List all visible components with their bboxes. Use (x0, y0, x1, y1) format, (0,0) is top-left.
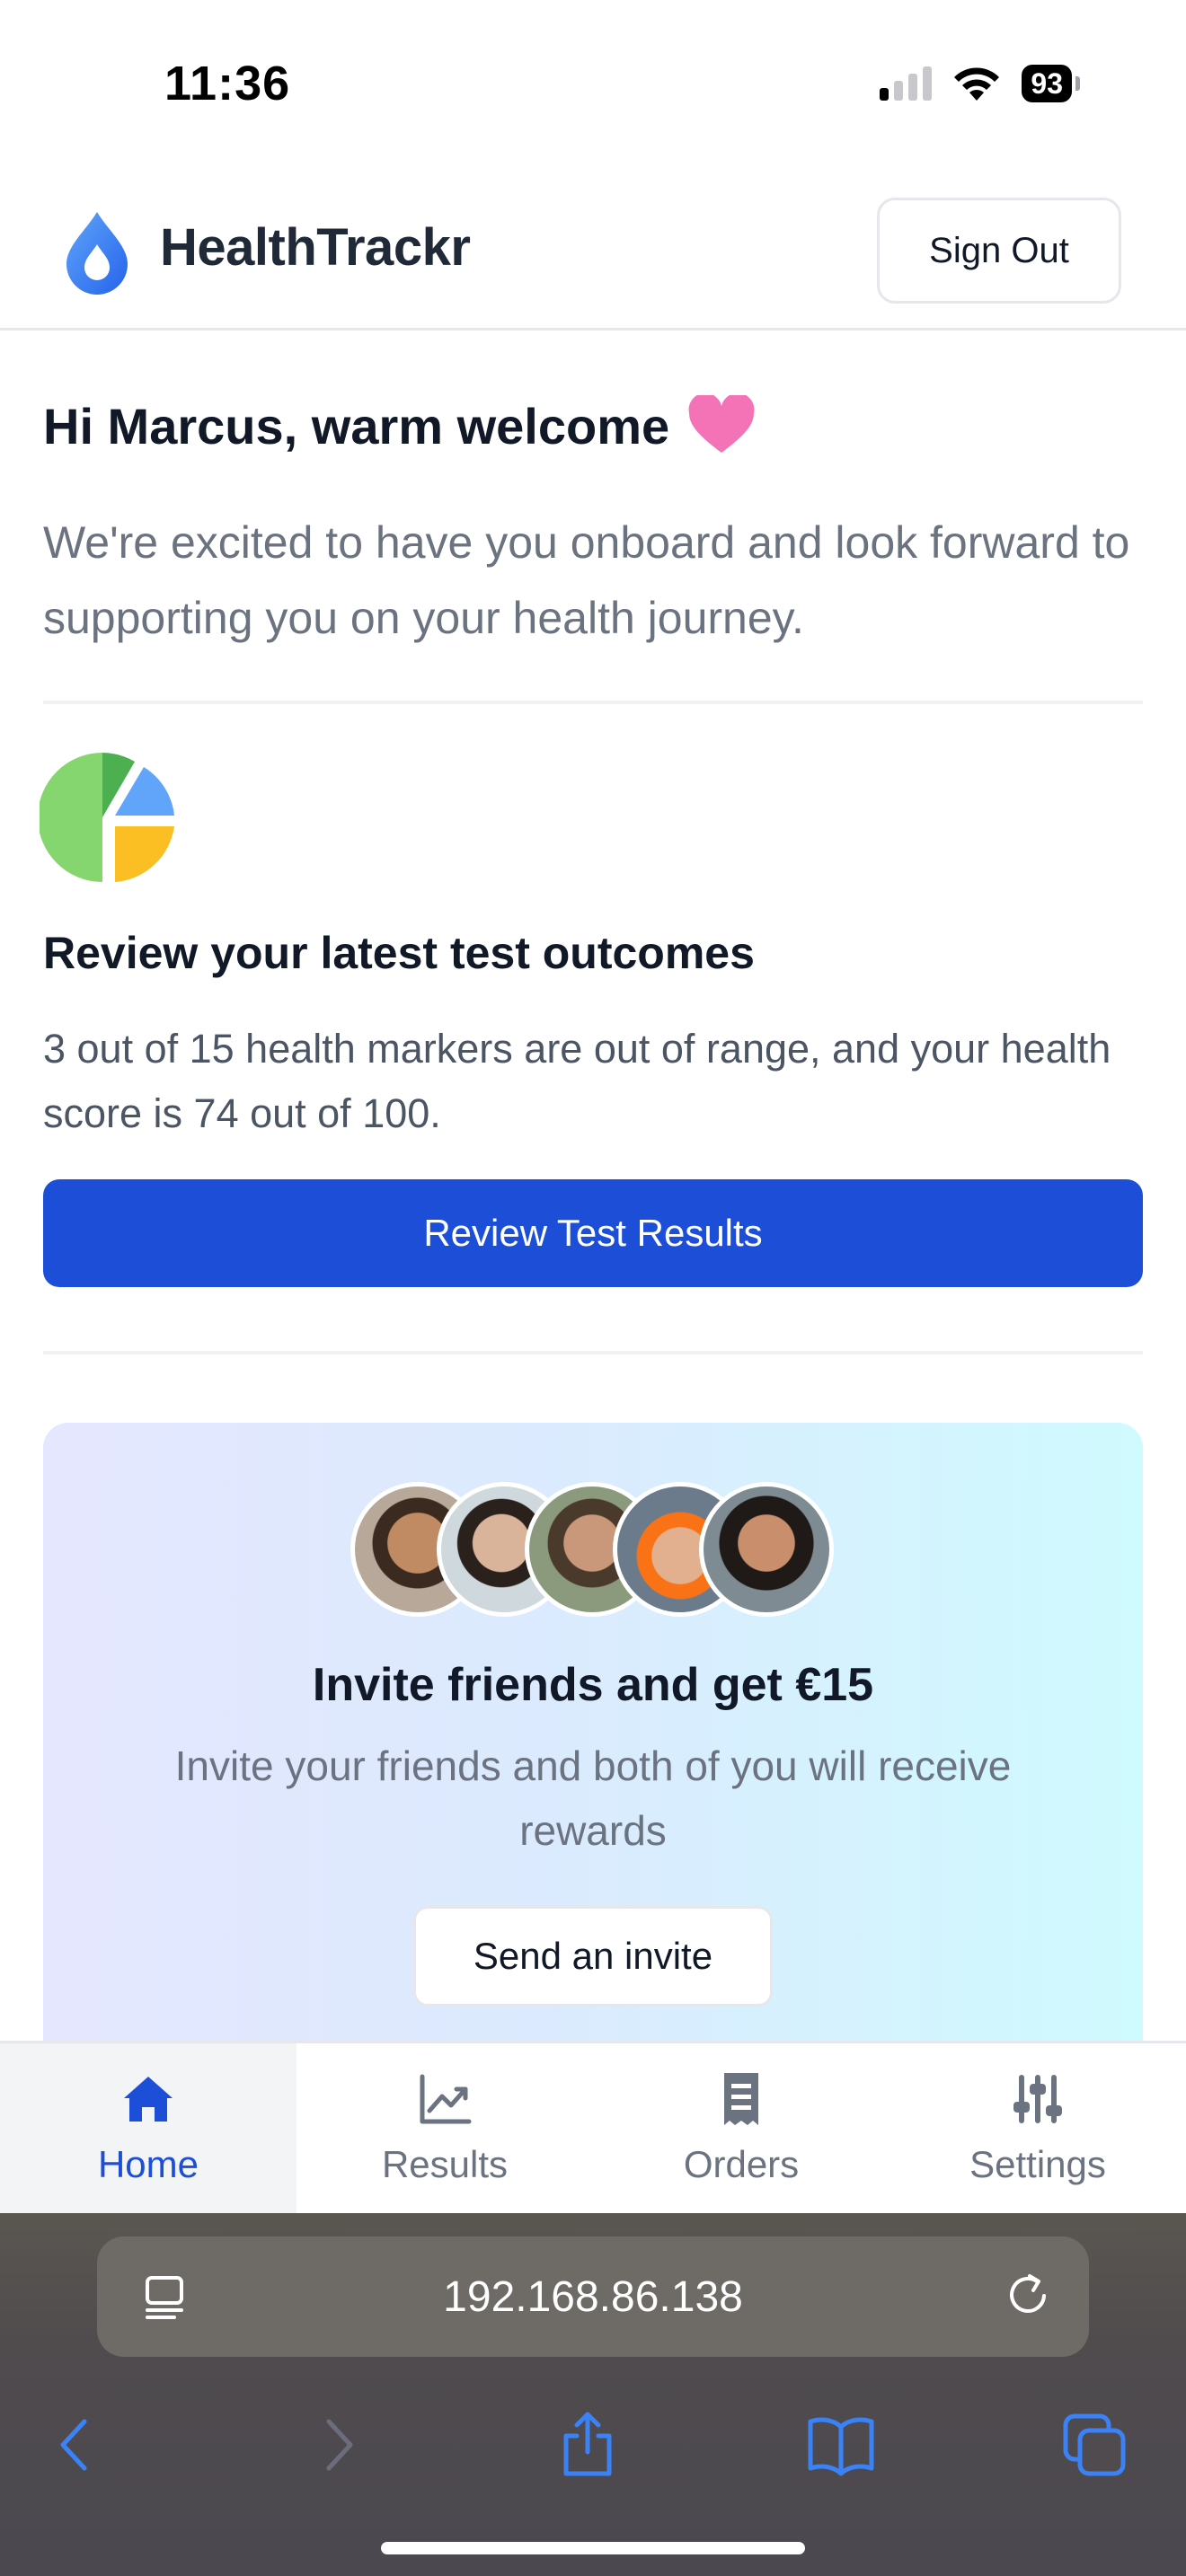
friend-avatars (350, 1482, 836, 1617)
tabs-icon[interactable] (1060, 2411, 1128, 2479)
status-icons: 93 (880, 65, 1080, 102)
invite-subtitle: Invite your friends and both of you will… (174, 1742, 1012, 1854)
bottom-nav: Home Results Orders Settings (0, 2041, 1186, 2213)
bookmarks-icon[interactable] (807, 2411, 875, 2479)
divider (43, 1351, 1143, 1354)
back-icon[interactable] (43, 2411, 111, 2479)
greeting-heading: Hi Marcus, warm welcome (43, 395, 756, 456)
nav-item-home[interactable]: Home (0, 2043, 296, 2213)
forward-icon[interactable] (302, 2411, 370, 2479)
welcome-intro: We're excited to have you onboard and lo… (43, 517, 1130, 643)
app-header: HealthTrackr Sign Out (0, 171, 1186, 331)
invite-title: Invite friends and get €15 (312, 1659, 874, 1711)
invite-card: Invite friends and get €15 Invite your f… (43, 1423, 1143, 2041)
sign-out-button[interactable]: Sign Out (877, 198, 1121, 304)
browser-toolbar: 192.168.86.138 (0, 2213, 1186, 2576)
nav-label-results: Results (381, 2142, 509, 2185)
battery-indicator: 93 (1022, 65, 1072, 102)
address-bar[interactable]: 192.168.86.138 (97, 2236, 1089, 2357)
url-text: 192.168.86.138 (443, 2272, 743, 2321)
divider (43, 701, 1143, 704)
heart-icon (688, 395, 755, 453)
home-icon (124, 2076, 173, 2122)
pie-chart-icon (40, 753, 174, 882)
greeting-text: Hi Marcus, warm welcome (43, 397, 670, 454)
avatar (699, 1482, 834, 1617)
signal-icon (880, 66, 933, 101)
chart-line-icon (420, 2074, 472, 2123)
home-indicator (381, 2542, 805, 2554)
results-summary: 3 out of 15 health markers are out of ra… (43, 1026, 1111, 1136)
review-test-results-button[interactable]: Review Test Results (43, 1179, 1143, 1287)
results-section-title: Review your latest test outcomes (43, 928, 755, 978)
app-name: HealthTrackr (160, 218, 471, 277)
nav-item-settings[interactable]: Settings (890, 2043, 1186, 2213)
share-icon[interactable] (553, 2411, 622, 2479)
home-card: Hi Marcus, warm welcome We're excited to… (0, 352, 1186, 2041)
nav-item-orders[interactable]: Orders (593, 2043, 890, 2213)
sliders-icon (1013, 2074, 1062, 2123)
status-time: 11:36 (164, 57, 291, 110)
reload-icon[interactable] (1003, 2271, 1053, 2321)
send-invite-button[interactable]: Send an invite (413, 1906, 773, 2007)
nav-label-home: Home (97, 2142, 199, 2185)
battery-tip (1075, 76, 1080, 91)
wifi-icon (954, 67, 1000, 101)
status-bar: 11:36 93 (0, 0, 1186, 171)
water-drop-logo-icon (66, 212, 128, 295)
nav-label-settings: Settings (969, 2142, 1106, 2185)
nav-item-results[interactable]: Results (296, 2043, 593, 2213)
receipt-icon (724, 2072, 758, 2125)
browser-tools (0, 2384, 1186, 2492)
nav-label-orders: Orders (683, 2142, 800, 2185)
